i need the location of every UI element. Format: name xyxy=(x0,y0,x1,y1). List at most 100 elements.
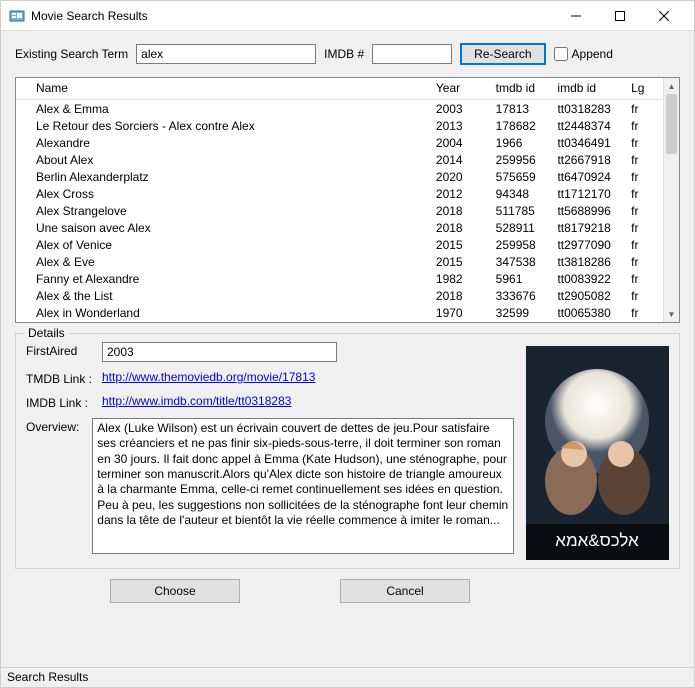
cell-name: Alex & the List xyxy=(28,289,428,303)
table-row[interactable]: Berlin Alexanderplatz2020575659tt6470924… xyxy=(16,168,663,185)
col-imdb[interactable]: imdb id xyxy=(549,78,623,99)
table-row[interactable]: Alex of Venice2015259958tt2977090fr xyxy=(16,236,663,253)
cell-year: 1982 xyxy=(428,272,488,286)
choose-button[interactable]: Choose xyxy=(110,579,240,603)
details-legend: Details xyxy=(24,326,69,340)
cell-tmdb: 5961 xyxy=(488,272,550,286)
cell-year: 2018 xyxy=(428,221,488,235)
results-grid: Name Year tmdb id imdb id Lg Alex & Emma… xyxy=(15,77,680,323)
cell-name: Alex in Wonderland xyxy=(28,306,428,320)
firstaired-label: FirstAired xyxy=(26,342,96,358)
cell-year: 2015 xyxy=(428,255,488,269)
col-tmdb[interactable]: tmdb id xyxy=(488,78,550,99)
cell-tmdb: 333676 xyxy=(488,289,550,303)
cell-year: 2018 xyxy=(428,289,488,303)
cell-name: Une saison avec Alex xyxy=(28,221,428,235)
cell-year: 2014 xyxy=(428,153,488,167)
overview-text[interactable] xyxy=(92,418,514,554)
cell-imdb: tt1712170 xyxy=(549,187,623,201)
window: Movie Search Results Existing Search Ter… xyxy=(0,0,695,688)
cell-lg: fr xyxy=(623,136,663,150)
col-lg[interactable]: Lg xyxy=(623,78,663,99)
table-row[interactable]: Alex & the List2018333676tt2905082fr xyxy=(16,287,663,304)
table-row[interactable]: Alex & Eve2015347538tt3818286fr xyxy=(16,253,663,270)
cell-year: 2015 xyxy=(428,238,488,252)
cell-imdb: tt2448374 xyxy=(549,119,623,133)
cell-year: 2004 xyxy=(428,136,488,150)
overview-label: Overview: xyxy=(26,418,86,434)
table-row[interactable]: Une saison avec Alex2018528911tt8179218f… xyxy=(16,219,663,236)
poster-title-text: אלכס&אמא xyxy=(555,531,639,550)
cell-year: 2003 xyxy=(428,102,488,116)
scroll-down-icon[interactable]: ▼ xyxy=(664,306,679,322)
col-name[interactable]: Name xyxy=(28,78,428,99)
cell-lg: fr xyxy=(623,289,663,303)
scrollbar[interactable]: ▲ ▼ xyxy=(663,78,679,322)
cell-lg: fr xyxy=(623,272,663,286)
table-row[interactable]: Alex & Emma200317813tt0318283fr xyxy=(16,100,663,117)
table-row[interactable]: Alex Strangelove2018511785tt5688996fr xyxy=(16,202,663,219)
close-button[interactable] xyxy=(642,2,686,30)
cancel-button[interactable]: Cancel xyxy=(340,579,470,603)
cell-imdb: tt0083922 xyxy=(549,272,623,286)
cell-tmdb: 178682 xyxy=(488,119,550,133)
details-group: Details FirstAired 2003 TMDB Link : http… xyxy=(15,333,680,569)
col-year[interactable]: Year xyxy=(428,78,488,99)
cell-name: Berlin Alexanderplatz xyxy=(28,170,428,184)
cell-lg: fr xyxy=(623,204,663,218)
cell-tmdb: 259958 xyxy=(488,238,550,252)
cell-tmdb: 94348 xyxy=(488,187,550,201)
titlebar: Movie Search Results xyxy=(1,1,694,31)
table-row[interactable]: Alex Cross201294348tt1712170fr xyxy=(16,185,663,202)
table-row[interactable]: About Alex2014259956tt2667918fr xyxy=(16,151,663,168)
statusbar: Search Results xyxy=(1,667,694,687)
cell-year: 2013 xyxy=(428,119,488,133)
cell-lg: fr xyxy=(623,255,663,269)
append-checkbox[interactable]: Append xyxy=(554,47,613,61)
cell-name: Alex & Eve xyxy=(28,255,428,269)
cell-tmdb: 528911 xyxy=(488,221,550,235)
cell-name: Alexandre xyxy=(28,136,428,150)
table-row[interactable]: Fanny et Alexandre19825961tt0083922fr xyxy=(16,270,663,287)
cell-name: Alex Cross xyxy=(28,187,428,201)
table-row[interactable]: Alexandre20041966tt0346491fr xyxy=(16,134,663,151)
cell-imdb: tt2977090 xyxy=(549,238,623,252)
search-term-input[interactable] xyxy=(136,44,316,64)
cell-imdb: tt0318283 xyxy=(549,102,623,116)
cell-lg: fr xyxy=(623,238,663,252)
research-button[interactable]: Re-Search xyxy=(460,43,545,65)
cell-name: Alex of Venice xyxy=(28,238,428,252)
tmdb-link-label: TMDB Link : xyxy=(26,370,96,386)
cell-tmdb: 575659 xyxy=(488,170,550,184)
existing-search-label: Existing Search Term xyxy=(15,47,128,61)
cell-imdb: tt5688996 xyxy=(549,204,623,218)
scroll-thumb[interactable] xyxy=(666,94,677,154)
cell-imdb: tt2905082 xyxy=(549,289,623,303)
cell-imdb: tt0065380 xyxy=(549,306,623,320)
imdb-link[interactable]: http://www.imdb.com/title/tt0318283 xyxy=(102,394,291,408)
cell-tmdb: 511785 xyxy=(488,204,550,218)
cell-year: 1970 xyxy=(428,306,488,320)
append-checkbox-label: Append xyxy=(572,47,613,61)
grid-header: Name Year tmdb id imdb id Lg xyxy=(16,78,663,100)
firstaired-value[interactable]: 2003 xyxy=(102,342,337,362)
cell-name: Alex Strangelove xyxy=(28,204,428,218)
cell-lg: fr xyxy=(623,170,663,184)
append-checkbox-input[interactable] xyxy=(554,47,568,61)
cell-year: 2020 xyxy=(428,170,488,184)
scroll-up-icon[interactable]: ▲ xyxy=(664,78,679,94)
cell-lg: fr xyxy=(623,306,663,320)
table-row[interactable]: Alex in Wonderland197032599tt0065380fr xyxy=(16,304,663,321)
scroll-track[interactable] xyxy=(664,94,679,306)
minimize-button[interactable] xyxy=(554,2,598,30)
cell-year: 2012 xyxy=(428,187,488,201)
tmdb-link[interactable]: http://www.themoviedb.org/movie/17813 xyxy=(102,370,315,384)
cell-imdb: tt6470924 xyxy=(549,170,623,184)
table-row[interactable]: Le Retour des Sorciers - Alex contre Ale… xyxy=(16,117,663,134)
maximize-button[interactable] xyxy=(598,2,642,30)
poster-image: אלכס&אמא xyxy=(526,346,669,560)
cell-imdb: tt8179218 xyxy=(549,221,623,235)
cell-name: Alex & Emma xyxy=(28,102,428,116)
window-title: Movie Search Results xyxy=(31,9,148,23)
imdb-number-input[interactable] xyxy=(372,44,452,64)
